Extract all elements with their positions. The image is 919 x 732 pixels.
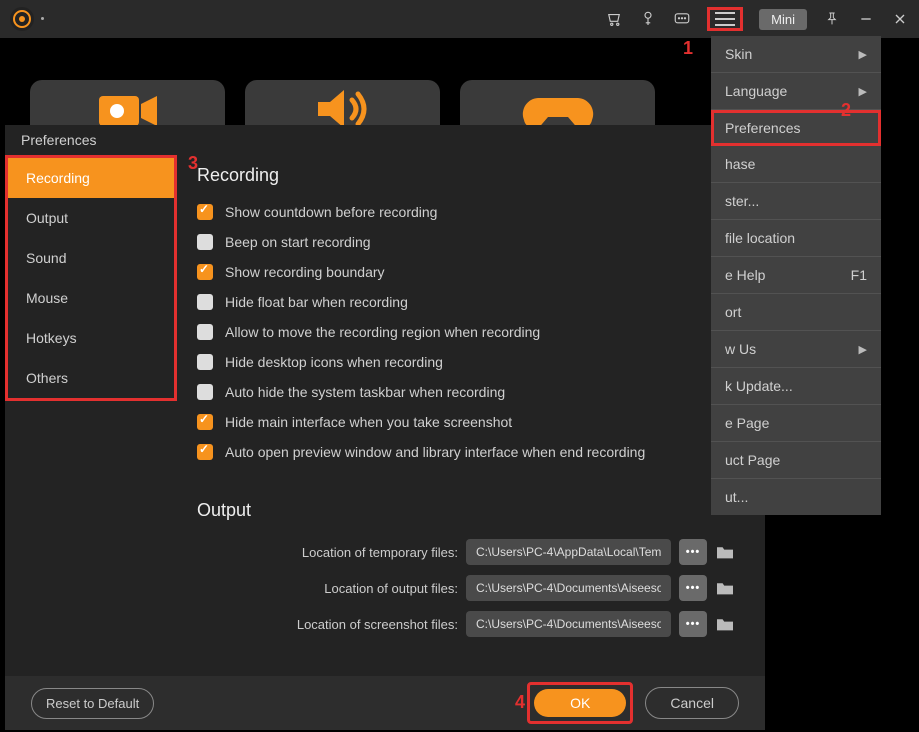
menu-label: w Us (725, 341, 756, 357)
checkbox-show-boundary[interactable] (197, 264, 213, 280)
folder-icon[interactable] (715, 616, 735, 632)
output-files-label: Location of output files: (324, 581, 458, 596)
temp-files-browse-button[interactable]: ••• (679, 539, 707, 565)
screenshot-files-label: Location of screenshot files: (297, 617, 458, 632)
recording-heading: Recording (197, 165, 735, 186)
annotation-3: 3 (188, 153, 198, 174)
label-hide-float: Hide float bar when recording (225, 294, 408, 310)
main-menu-dropdown: Skin ▶ Language ▶ Preferences hase ster...… (711, 36, 881, 515)
menu-label: ut... (725, 489, 748, 505)
checkbox-beep[interactable] (197, 234, 213, 250)
menu-help[interactable]: e Help F1 (711, 257, 881, 294)
menu-skin[interactable]: Skin ▶ (711, 36, 881, 73)
output-heading: Output (197, 500, 735, 521)
menu-follow-us[interactable]: w Us ▶ (711, 331, 881, 368)
preferences-content: Recording Show countdown before recordin… (177, 155, 765, 676)
minimize-icon[interactable] (857, 10, 875, 28)
preferences-modal: Preferences ✕ Recording Output Sound Mou… (5, 125, 765, 730)
label-hide-main: Hide main interface when you take screen… (225, 414, 512, 430)
menu-shortcut: F1 (851, 267, 867, 283)
folder-icon[interactable] (715, 544, 735, 560)
menu-label: e Help (725, 267, 765, 283)
menu-item[interactable]: e Page (711, 405, 881, 442)
titlebar: Mini (0, 0, 919, 38)
checkbox-auto-hide-taskbar[interactable] (197, 384, 213, 400)
annotation-4: 4 (515, 692, 525, 713)
checkbox-allow-move[interactable] (197, 324, 213, 340)
sidebar-item-sound[interactable]: Sound (8, 238, 174, 278)
temp-files-label: Location of temporary files: (302, 545, 458, 560)
mini-button[interactable]: Mini (759, 9, 807, 30)
menu-label: ster... (725, 193, 759, 209)
sidebar-item-output[interactable]: Output (8, 198, 174, 238)
menu-preferences-label: Preferences (725, 120, 800, 136)
screenshot-files-input[interactable] (466, 611, 671, 637)
annotation-2: 2 (841, 100, 851, 121)
cancel-button[interactable]: Cancel (645, 687, 739, 719)
key-icon[interactable] (639, 10, 657, 28)
output-files-input[interactable] (466, 575, 671, 601)
label-allow-move: Allow to move the recording region when … (225, 324, 540, 340)
chevron-right-icon: ▶ (859, 85, 867, 98)
checkbox-hide-main[interactable] (197, 414, 213, 430)
menu-label: hase (725, 156, 755, 172)
sidebar-item-hotkeys[interactable]: Hotkeys (8, 318, 174, 358)
feedback-icon[interactable] (673, 10, 691, 28)
menu-label: ort (725, 304, 741, 320)
reset-default-button[interactable]: Reset to Default (31, 688, 154, 719)
menu-item[interactable]: ut... (711, 479, 881, 515)
ok-button[interactable]: OK (534, 689, 626, 717)
modal-title: Preferences (21, 132, 96, 148)
app-logo-icon (10, 7, 34, 31)
chevron-right-icon: ▶ (859, 48, 867, 61)
menu-preferences[interactable]: Preferences (711, 110, 881, 146)
checkbox-hide-desktop[interactable] (197, 354, 213, 370)
checkbox-auto-preview[interactable] (197, 444, 213, 460)
menu-item[interactable]: hase (711, 146, 881, 183)
checkbox-hide-float[interactable] (197, 294, 213, 310)
menu-button[interactable] (707, 7, 743, 31)
menu-item[interactable]: ort (711, 294, 881, 331)
output-files-browse-button[interactable]: ••• (679, 575, 707, 601)
menu-label: file location (725, 230, 795, 246)
modal-header: Preferences ✕ (5, 125, 765, 155)
preferences-sidebar: Recording Output Sound Mouse Hotkeys Oth… (5, 155, 177, 676)
cart-icon[interactable] (605, 10, 623, 28)
menu-language[interactable]: Language ▶ (711, 73, 881, 110)
close-icon[interactable] (891, 10, 909, 28)
checkbox-show-countdown[interactable] (197, 204, 213, 220)
label-show-countdown: Show countdown before recording (225, 204, 437, 220)
label-auto-hide-taskbar: Auto hide the system taskbar when record… (225, 384, 505, 400)
menu-label: uct Page (725, 452, 780, 468)
screenshot-files-browse-button[interactable]: ••• (679, 611, 707, 637)
menu-label: e Page (725, 415, 769, 431)
label-show-boundary: Show recording boundary (225, 264, 385, 280)
menu-language-label: Language (725, 83, 787, 99)
menu-skin-label: Skin (725, 46, 752, 62)
sidebar-item-others[interactable]: Others (8, 358, 174, 398)
label-auto-preview: Auto open preview window and library int… (225, 444, 645, 460)
temp-files-input[interactable] (466, 539, 671, 565)
annotation-1: 1 (683, 38, 693, 59)
menu-item[interactable]: uct Page (711, 442, 881, 479)
modal-footer: Reset to Default OK Cancel (5, 676, 765, 730)
chevron-right-icon: ▶ (859, 343, 867, 356)
pin-icon[interactable] (823, 10, 841, 28)
menu-label: k Update... (725, 378, 793, 394)
menu-check-update[interactable]: k Update... (711, 368, 881, 405)
menu-file-location[interactable]: file location (711, 220, 881, 257)
sidebar-item-mouse[interactable]: Mouse (8, 278, 174, 318)
label-hide-desktop: Hide desktop icons when recording (225, 354, 443, 370)
label-beep: Beep on start recording (225, 234, 371, 250)
menu-item[interactable]: ster... (711, 183, 881, 220)
folder-icon[interactable] (715, 580, 735, 596)
sidebar-item-recording[interactable]: Recording (8, 158, 174, 198)
